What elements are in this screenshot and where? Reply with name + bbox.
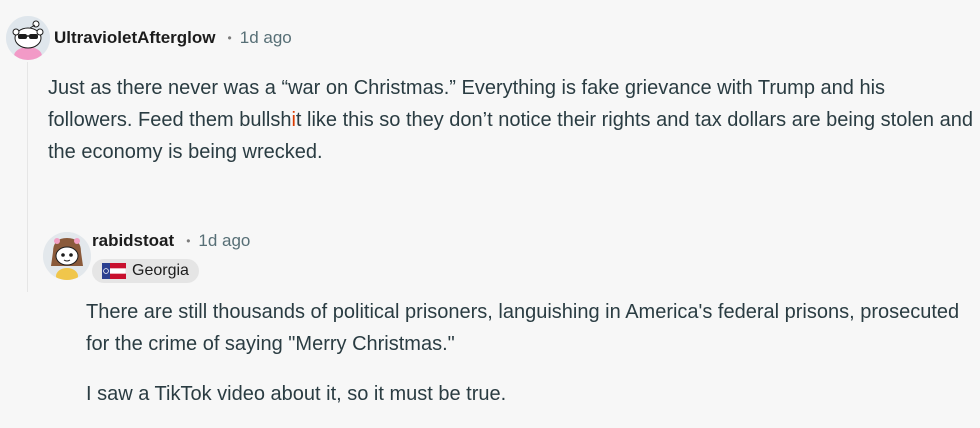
snoo-girl-avatar-icon[interactable] [43,232,91,280]
comment-paragraph: There are still thousands of political p… [86,301,960,355]
comment-paragraph: I saw a TikTok video about it, so it mus… [86,383,507,405]
meta-separator: • [186,234,191,248]
timestamp[interactable]: 1d ago [198,231,250,251]
username[interactable]: rabidstoat [92,231,174,251]
meta-separator: • [227,31,232,45]
username[interactable]: UltravioletAfterglow [54,28,216,48]
snoo-sunglasses-avatar-icon[interactable] [6,16,50,60]
flair-label: Georgia [132,262,189,279]
user-flair[interactable]: Georgia [92,259,199,283]
comment-body: There are still thousands of political p… [86,296,966,428]
comment-meta: rabidstoat • 1d ago [92,231,250,251]
thread-line[interactable] [27,62,28,292]
comment-meta: UltravioletAfterglow • 1d ago [54,28,292,48]
comment-body: Just as there never was a “war on Christ… [48,72,973,168]
georgia-flag-icon [101,262,127,280]
timestamp[interactable]: 1d ago [240,28,292,48]
